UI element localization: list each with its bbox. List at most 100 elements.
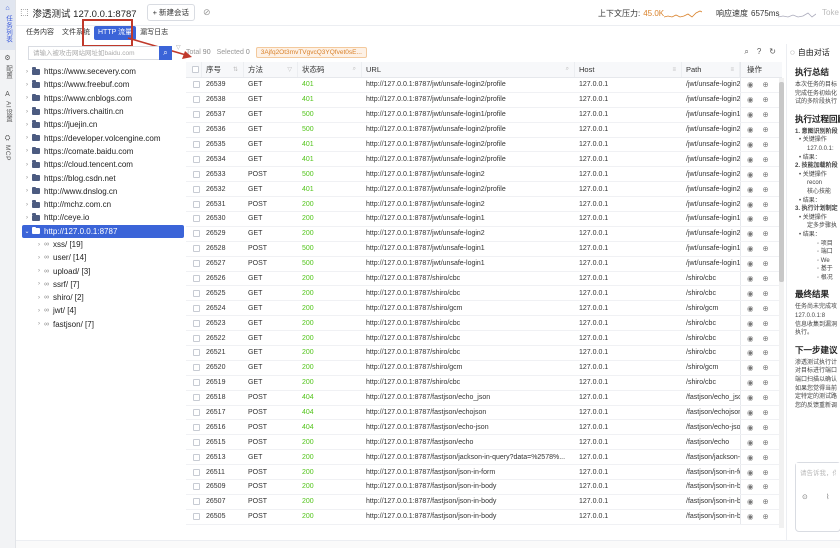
row-checkbox[interactable] — [192, 141, 200, 148]
view-icon[interactable]: ◉ — [747, 319, 754, 328]
forward-icon[interactable]: ⊕ — [763, 319, 769, 328]
view-icon[interactable]: ◉ — [747, 468, 754, 477]
row-checkbox[interactable] — [192, 379, 200, 387]
menu-icon[interactable]: ≡ — [730, 67, 734, 73]
site-node[interactable]: › https://www.freebuf.com — [22, 78, 184, 91]
new-session-button[interactable]: + 新建会话 — [146, 4, 196, 21]
forward-icon[interactable]: ⊕ — [763, 170, 769, 179]
table-row[interactable]: 26509 POST 200 http://127.0.0.1:8787/fastjs… — [186, 480, 782, 495]
search-icon[interactable]: ⌕ — [566, 66, 569, 73]
menu-icon[interactable]: ≡ — [672, 67, 676, 73]
view-icon[interactable]: ◉ — [747, 378, 754, 387]
nav-tab-0[interactable]: ⌂ 任务列表 — [0, 0, 15, 50]
forward-icon[interactable]: ⊕ — [763, 378, 769, 387]
filter-icon[interactable]: ▽ — [287, 66, 292, 73]
chevron-right-icon[interactable]: › — [22, 175, 32, 181]
forward-icon[interactable]: ⊕ — [763, 453, 769, 462]
site-search-input[interactable] — [28, 46, 159, 60]
view-icon[interactable]: ◉ — [747, 348, 754, 357]
forward-icon[interactable]: ⊕ — [763, 334, 769, 343]
table-row[interactable]: 26532 GET 401 http://127.0.0.1:8787/jwt/uns… — [186, 182, 782, 198]
table-row[interactable]: 26522 GET 200 http://127.0.0.1:8787/shiro/c… — [186, 331, 782, 347]
chevron-right-icon[interactable]: › — [34, 242, 44, 248]
site-node[interactable]: › https://www.cnblogs.com — [22, 92, 184, 105]
table-row[interactable]: 26529 GET 200 http://127.0.0.1:8787/jwt/uns… — [186, 226, 782, 242]
chevron-right-icon[interactable]: › — [22, 95, 32, 101]
nav-tab-2[interactable]: A AI设置 — [0, 86, 15, 130]
forward-icon[interactable]: ⊕ — [763, 80, 769, 89]
forward-icon[interactable]: ⊕ — [763, 244, 769, 253]
table-row[interactable]: 26534 GET 401 http://127.0.0.1:8787/jwt/uns… — [186, 152, 782, 168]
table-row[interactable]: 26535 GET 401 http://127.0.0.1:8787/jwt/uns… — [186, 137, 782, 153]
attach-icon[interactable]: ⊙ — [802, 493, 808, 501]
site-node[interactable]: › https://developer.volcengine.com — [22, 131, 184, 144]
sort-icon[interactable]: ⇅ — [233, 66, 238, 73]
nav-tab-1[interactable]: ⚙ 配置 — [0, 50, 15, 86]
row-checkbox[interactable] — [192, 334, 200, 342]
row-checkbox[interactable] — [192, 111, 200, 119]
chevron-right-icon[interactable]: › — [22, 148, 32, 154]
chevron-down-icon[interactable]: ⌄ — [22, 228, 32, 235]
table-scrollbar[interactable] — [779, 78, 784, 528]
table-row[interactable]: 26528 POST 500 http://127.0.0.1:8787/jwt/un… — [186, 241, 782, 257]
row-checkbox[interactable] — [192, 349, 200, 357]
funnel-icon[interactable]: ▽ — [176, 44, 184, 51]
table-row[interactable]: 26536 GET 500 http://127.0.0.1:8787/jwt/uns… — [186, 122, 782, 138]
site-node[interactable]: › https://www.secevery.com — [22, 65, 184, 78]
view-icon[interactable]: ◉ — [747, 408, 754, 417]
row-checkbox[interactable] — [192, 126, 200, 134]
forward-icon[interactable]: ⊕ — [763, 512, 769, 521]
row-checkbox[interactable] — [192, 96, 200, 104]
row-checkbox[interactable] — [192, 230, 200, 238]
search-icon[interactable]: ⌕ — [353, 66, 356, 73]
table-row[interactable]: 26515 POST 200 http://127.0.0.1:8787/fastjs… — [186, 435, 782, 451]
forward-icon[interactable]: ⊕ — [763, 110, 769, 119]
view-icon[interactable]: ◉ — [747, 482, 754, 491]
view-icon[interactable]: ◉ — [747, 259, 754, 268]
column-header[interactable]: Path ≡ — [682, 62, 740, 77]
view-icon[interactable]: ◉ — [747, 185, 754, 194]
table-row[interactable]: 26521 GET 200 http://127.0.0.1:8787/shiro/c… — [186, 346, 782, 361]
site-node[interactable]: › http://ceye.io — [22, 211, 184, 224]
view-icon[interactable]: ◉ — [747, 453, 754, 462]
view-icon[interactable]: ◉ — [747, 244, 754, 253]
column-header[interactable]: 方法 ▽ — [244, 62, 298, 77]
chevron-right-icon[interactable]: › — [34, 255, 44, 261]
path-node[interactable]: › ∞ user/ [14] — [22, 251, 184, 264]
forward-icon[interactable]: ⊕ — [763, 438, 769, 447]
chevron-right-icon[interactable]: › — [22, 122, 32, 128]
column-header[interactable]: 操作 — [740, 62, 782, 77]
chevron-right-icon[interactable]: › — [34, 321, 44, 327]
view-icon[interactable]: ◉ — [747, 304, 754, 313]
search-icon[interactable]: ⌕ — [159, 46, 172, 60]
column-header[interactable]: URL ⌕ — [362, 62, 575, 77]
table-row[interactable]: 26517 POST 404 http://127.0.0.1:8787/fastjs… — [186, 405, 782, 421]
search-icon[interactable]: ⌕ — [744, 47, 748, 57]
view-icon[interactable]: ◉ — [747, 125, 754, 134]
site-node[interactable]: › http://mchz.com.cn — [22, 198, 184, 211]
row-checkbox[interactable] — [192, 423, 200, 431]
forward-icon[interactable]: ⊕ — [763, 259, 769, 268]
table-row[interactable]: 26507 POST 200 http://127.0.0.1:8787/fastjs… — [186, 494, 782, 510]
chevron-right-icon[interactable]: › — [22, 188, 32, 194]
forward-icon[interactable]: ⊕ — [763, 95, 769, 104]
row-checkbox[interactable] — [192, 483, 200, 491]
view-icon[interactable]: ◉ — [747, 289, 754, 298]
table-row[interactable]: 26524 GET 200 http://127.0.0.1:8787/shiro/g… — [186, 301, 782, 317]
site-node[interactable]: › https://comate.baidu.com — [22, 145, 184, 158]
chevron-right-icon[interactable]: › — [34, 268, 44, 274]
chevron-right-icon[interactable]: › — [22, 109, 32, 115]
table-row[interactable]: 26531 POST 200 http://127.0.0.1:8787/jwt/un… — [186, 197, 782, 213]
site-node[interactable]: › https://blog.csdn.net — [22, 171, 184, 184]
chevron-right-icon[interactable]: › — [34, 308, 44, 314]
site-node[interactable]: › https://rivers.chaitin.cn — [22, 105, 184, 118]
view-icon[interactable]: ◉ — [747, 80, 754, 89]
table-row[interactable]: 26526 GET 200 http://127.0.0.1:8787/shiro/c… — [186, 271, 782, 287]
forward-icon[interactable]: ⊕ — [763, 274, 769, 283]
table-row[interactable]: 26538 GET 401 http://127.0.0.1:8787/jwt/uns… — [186, 92, 782, 108]
row-checkbox[interactable] — [192, 215, 200, 223]
forward-icon[interactable]: ⊕ — [763, 363, 769, 372]
path-node[interactable]: › ∞ ssrf/ [7] — [22, 278, 184, 291]
forward-icon[interactable]: ⊕ — [763, 482, 769, 491]
row-checkbox[interactable] — [192, 185, 200, 193]
